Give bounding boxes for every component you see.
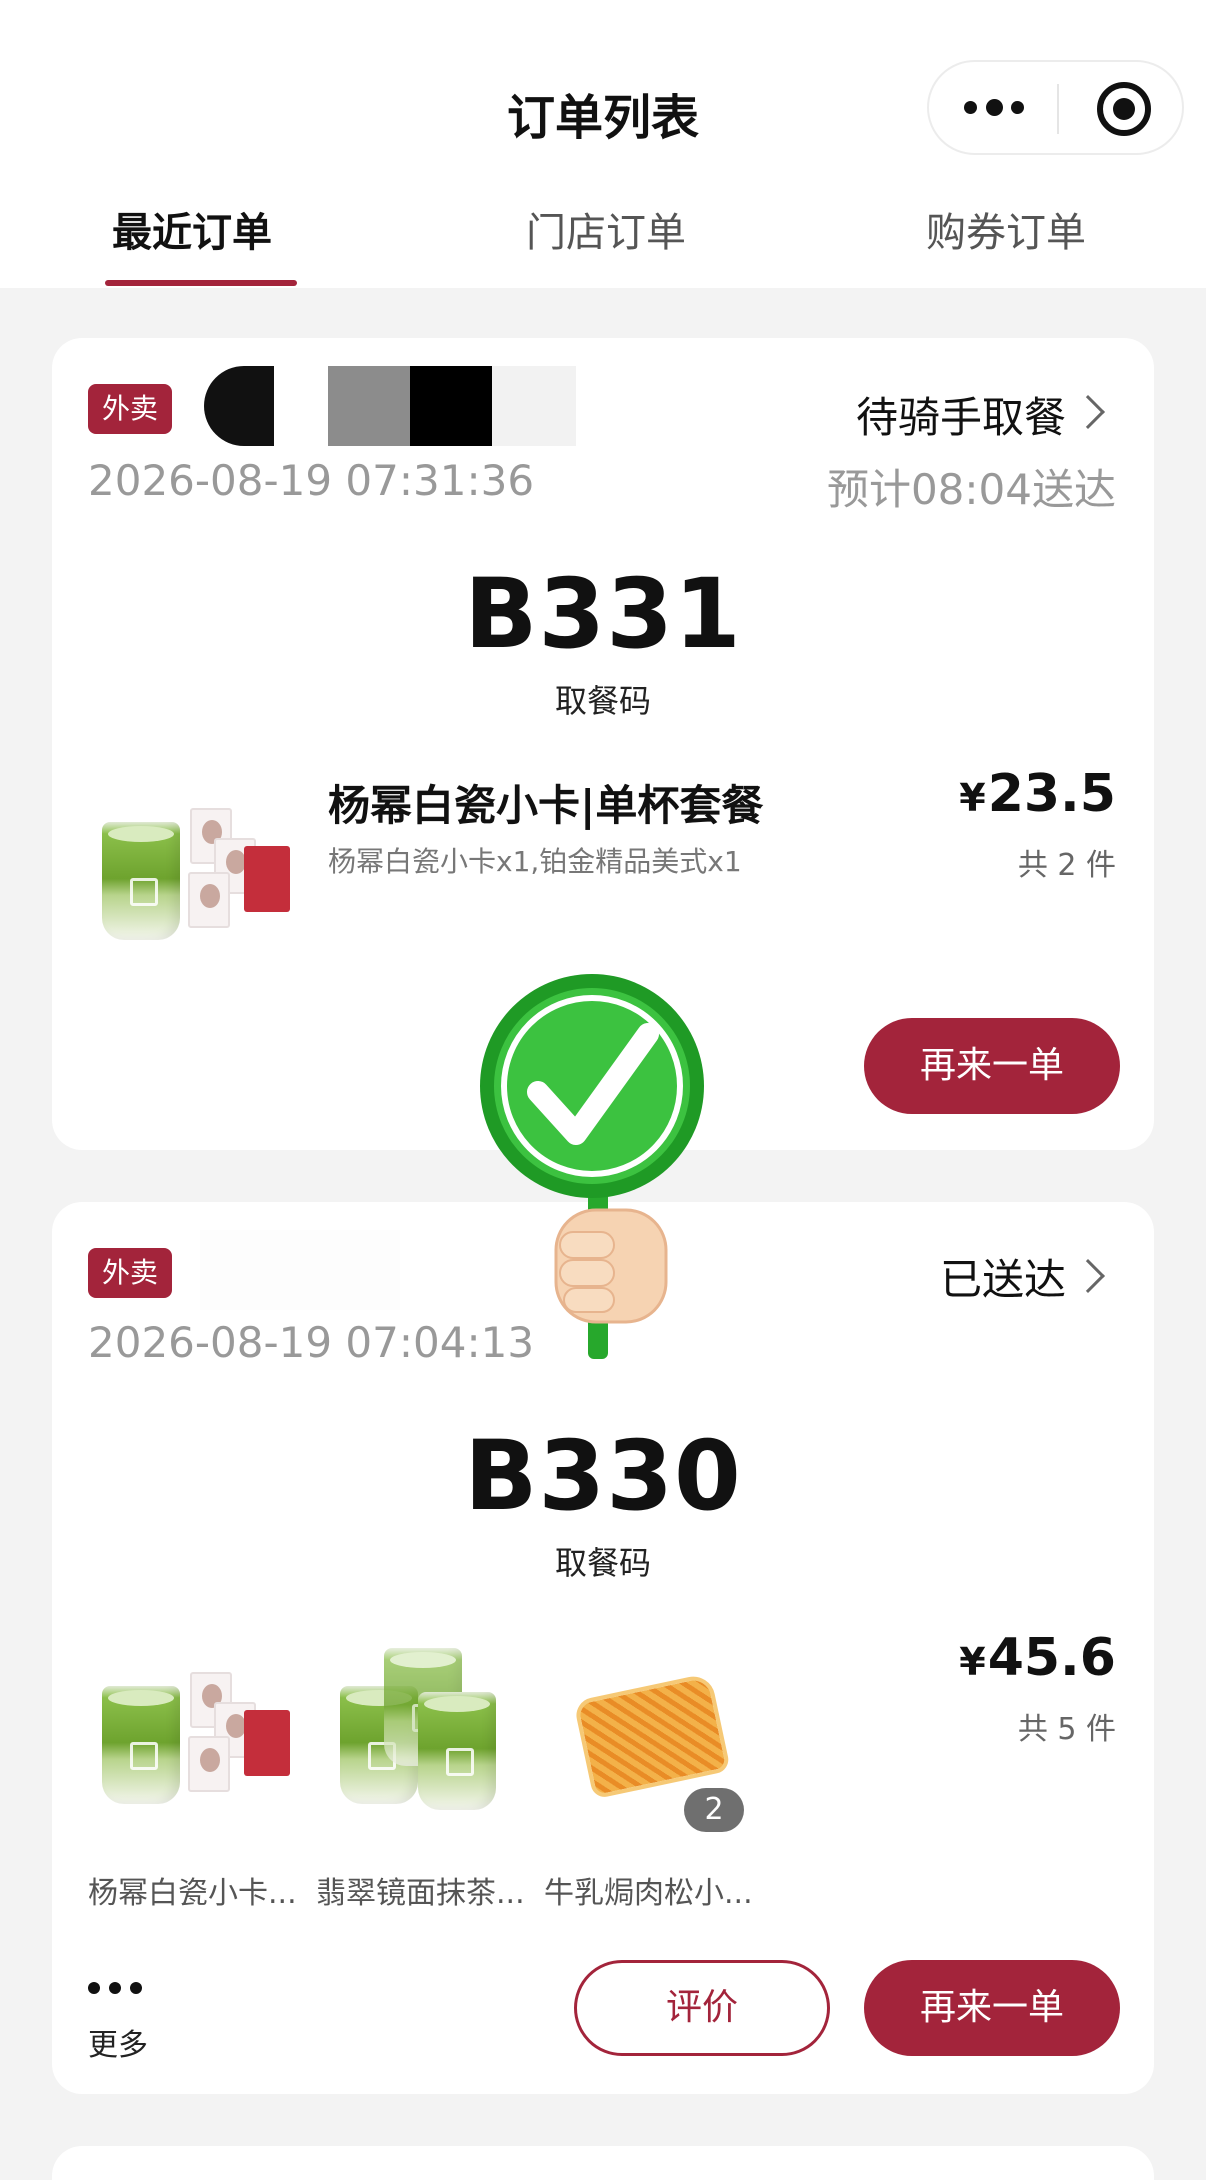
- tab-recent-orders[interactable]: 最近订单: [112, 200, 272, 258]
- quantity-badge: 2: [684, 1788, 744, 1832]
- order-status[interactable]: 已送达: [940, 1246, 1066, 1307]
- order-card[interactable]: [52, 2146, 1154, 2180]
- product-caption: 牛乳焗肉松小...: [544, 1876, 753, 1911]
- pickup-code-label: 取餐码: [554, 1544, 651, 1582]
- delivery-badge: 外卖: [88, 384, 172, 434]
- reorder-button[interactable]: 再来一单: [864, 1960, 1120, 2056]
- capsule-divider: [1057, 84, 1059, 134]
- redacted-block: [410, 366, 492, 446]
- product-image[interactable]: [324, 1642, 524, 1812]
- tab-coupon-orders[interactable]: 购券订单: [926, 200, 1086, 258]
- order-time: 2026-08-19 07:31:36: [88, 456, 535, 505]
- hand-icon: [554, 1208, 668, 1324]
- item-count: 共 5 件: [1017, 1712, 1116, 1747]
- review-button[interactable]: 评价: [574, 1960, 830, 2056]
- currency-symbol: ¥: [959, 776, 986, 820]
- order-time: 2026-08-19 07:04:13: [88, 1318, 535, 1367]
- chevron-right-icon: [1071, 395, 1105, 429]
- reorder-button[interactable]: 再来一单: [864, 1018, 1120, 1114]
- product-name: 杨幂白瓷小卡|单杯套餐: [328, 781, 764, 830]
- product-caption: 杨幂白瓷小卡...: [88, 1876, 297, 1911]
- pickup-code: B330: [464, 1420, 742, 1532]
- order-price: ¥23.5: [959, 764, 1116, 824]
- order-status[interactable]: 待骑手取餐: [856, 384, 1066, 445]
- more-dots-icon[interactable]: [88, 1982, 142, 1998]
- more-dots-icon[interactable]: [964, 92, 1024, 122]
- order-price: ¥45.6: [959, 1628, 1116, 1688]
- redacted-block: [328, 366, 410, 446]
- redacted-block: [492, 366, 576, 446]
- pickup-code: B331: [464, 558, 742, 670]
- delivery-badge: 外卖: [88, 1248, 172, 1298]
- top-bar: 订单列表 最近订单 门店订单 购券订单: [0, 0, 1206, 288]
- item-count: 共 2 件: [1017, 848, 1116, 883]
- estimated-arrival: 预计08:04送达: [826, 465, 1116, 514]
- more-label[interactable]: 更多: [88, 2020, 148, 2064]
- currency-symbol: ¥: [959, 1640, 986, 1684]
- redacted-block: [274, 366, 324, 446]
- target-circle-icon[interactable]: [1097, 82, 1151, 136]
- pickup-code-label: 取餐码: [554, 682, 651, 720]
- mini-program-capsule: [927, 60, 1184, 155]
- chevron-right-icon: [1071, 1259, 1105, 1293]
- price-value: 45.6: [987, 1628, 1116, 1688]
- product-image[interactable]: [96, 1662, 296, 1832]
- active-tab-indicator: [105, 280, 297, 286]
- price-value: 23.5: [987, 764, 1116, 824]
- redacted-store-name: [204, 366, 274, 446]
- product-image[interactable]: 2: [552, 1642, 752, 1832]
- product-image[interactable]: [96, 798, 296, 968]
- product-caption: 翡翠镜面抹茶...: [316, 1876, 525, 1911]
- check-mark-sticker: [480, 974, 704, 1359]
- product-spec: 杨幂白瓷小卡x1,铂金精品美式x1: [328, 845, 742, 878]
- tab-store-orders[interactable]: 门店订单: [526, 200, 686, 258]
- redacted-store-name: [200, 1230, 400, 1310]
